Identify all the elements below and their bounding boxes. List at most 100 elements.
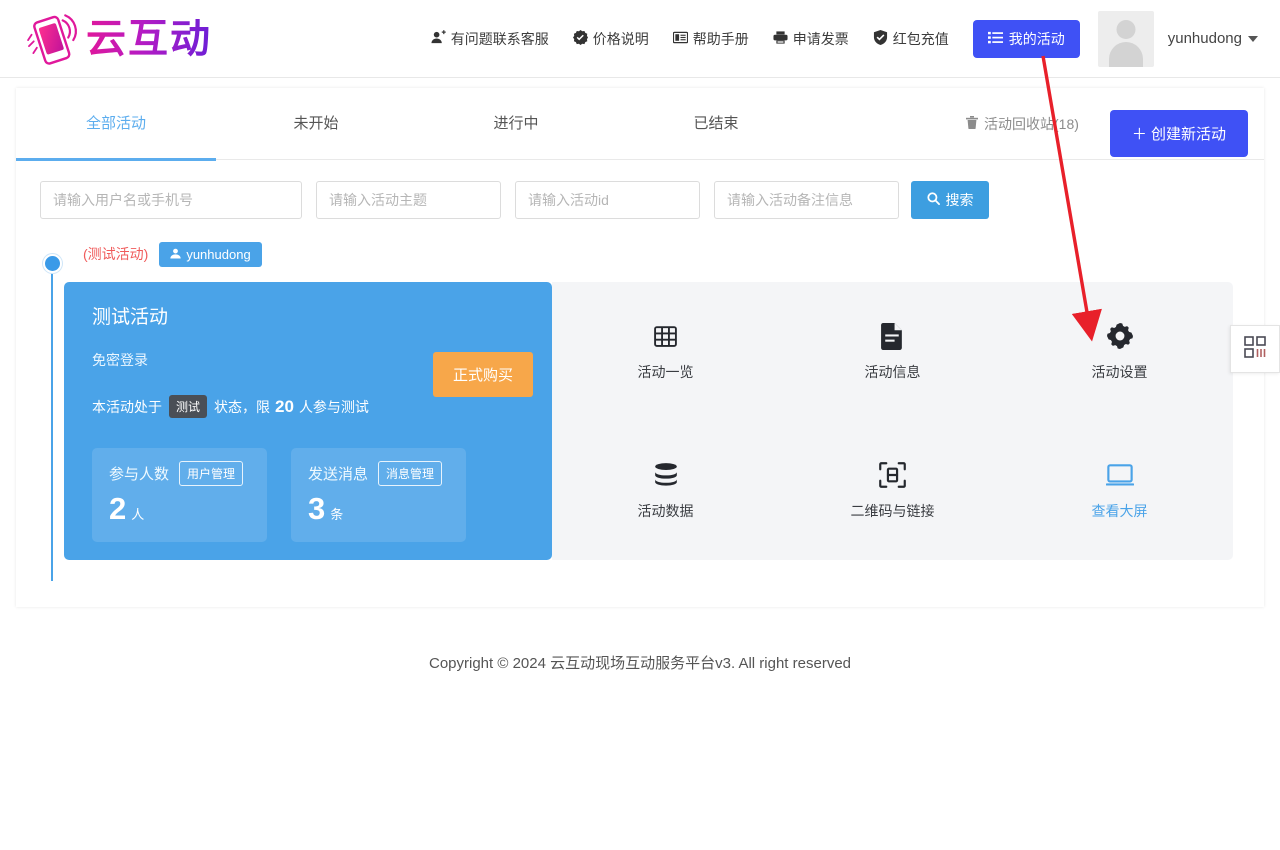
user-management-button[interactable]: 用户管理: [179, 461, 244, 486]
activity-title: 测试活动: [92, 307, 169, 328]
tab-label: 已结束: [693, 114, 739, 132]
qr-code-icon: [1244, 335, 1266, 363]
user-add-icon: [431, 29, 446, 48]
avatar[interactable]: [1097, 10, 1154, 67]
nav-label: 价格说明: [592, 30, 649, 47]
grid-icon: [653, 321, 678, 351]
tab-in-progress[interactable]: 进行中: [416, 88, 616, 160]
status-middle: 状态，限: [214, 398, 271, 415]
main-content-card: 全部活动 未开始 进行中 已结束 活动回收站(18) ＋ 创建新活动 请输入用户…: [16, 88, 1264, 607]
my-activities-button[interactable]: 我的活动: [972, 19, 1080, 58]
logo[interactable]: 云互动: [26, 10, 212, 68]
list-icon: [987, 30, 1003, 48]
recycle-bin-label: 活动回收站(18): [984, 116, 1079, 132]
badge-check-icon: [572, 29, 588, 48]
tile-label: 活动一览: [637, 364, 694, 380]
document-icon: [880, 321, 905, 351]
user-icon: [170, 247, 181, 262]
nav-item-help-manual[interactable]: 帮助手册: [661, 29, 761, 49]
message-management-button[interactable]: 消息管理: [378, 461, 443, 486]
top-header: 云互动 有问题联系客服 价格说明 帮助手册 申请发票 红包充值 我的活动 yun…: [0, 0, 1280, 78]
monitor-icon: [1105, 460, 1134, 490]
action-activity-overview[interactable]: 活动一览: [638, 321, 694, 382]
search-filter-row: 搜索: [16, 160, 1264, 219]
search-button[interactable]: 搜索: [911, 181, 989, 219]
user-menu[interactable]: yunhudong: [1168, 30, 1258, 47]
recycle-bin-link[interactable]: 活动回收站(18): [966, 114, 1079, 134]
nav-label: 有问题联系客服: [450, 30, 549, 47]
tile-label: 活动设置: [1091, 364, 1148, 380]
activity-stats: 参与人数 用户管理 2 人 发送消息 消息管理 3 条: [92, 448, 526, 542]
nav-item-pricing[interactable]: 价格说明: [561, 29, 661, 49]
stat-label: 发送消息: [308, 466, 369, 483]
tab-label: 未开始: [293, 114, 339, 132]
chevron-down-icon: [1248, 35, 1258, 42]
activity-filter-tabs: 全部活动 未开始 进行中 已结束 活动回收站(18) ＋ 创建新活动: [16, 88, 1264, 161]
activity-list: (测试活动) yunhudong 测试活动 免密登录 本活动处于 测试 状态，限: [16, 241, 1264, 581]
action-qrcode-and-link[interactable]: 二维码与链接: [851, 460, 935, 521]
status-suffix: 人参与测试: [298, 398, 369, 415]
status-limit-number: 20: [275, 396, 294, 416]
nav-item-invoice[interactable]: 申请发票: [761, 29, 861, 49]
activity-card: 测试活动 免密登录 本活动处于 测试 状态，限 20 人参与测试 正式购买 参与…: [64, 282, 1233, 560]
timeline-line: [51, 263, 53, 581]
stat-label: 参与人数: [109, 466, 170, 483]
tile-label: 活动数据: [637, 503, 694, 519]
tab-label: 进行中: [493, 114, 539, 132]
stat-value: 3: [308, 491, 326, 526]
footer-copyright: Copyright © 2024 云互动现场互动服务平台v3. All righ…: [428, 655, 851, 672]
nav-label: 红包充值: [892, 30, 949, 47]
activity-summary-panel: 测试活动 免密登录 本活动处于 测试 状态，限 20 人参与测试 正式购买 参与…: [64, 282, 552, 560]
activity-status-line: 本活动处于 测试 状态，限 20 人参与测试: [92, 395, 526, 418]
action-activity-settings[interactable]: 活动设置: [1092, 321, 1148, 382]
header-nav: 有问题联系客服 价格说明 帮助手册 申请发票 红包充值 我的活动 yunhudo…: [419, 10, 1280, 67]
nav-label: 帮助手册: [692, 30, 749, 47]
phone-wave-icon: [26, 10, 82, 68]
nav-item-redpacket-recharge[interactable]: 红包充值: [861, 29, 961, 49]
trash-icon: [966, 116, 978, 132]
status-prefix: 本活动处于: [92, 398, 162, 415]
tile-label: 二维码与链接: [850, 503, 935, 519]
gear-icon: [1106, 321, 1133, 351]
activity-owner-label: yunhudong: [186, 246, 251, 262]
action-activity-info[interactable]: 活动信息: [865, 321, 921, 382]
tab-label: 全部活动: [85, 114, 146, 132]
stat-participants: 参与人数 用户管理 2 人: [92, 448, 267, 542]
activity-header: (测试活动) yunhudong: [83, 241, 1264, 267]
tile-label: 查看大屏: [1091, 503, 1148, 519]
search-input-remark[interactable]: [714, 181, 899, 219]
activity-owner-badge: yunhudong: [159, 241, 262, 267]
stat-unit: 条: [330, 507, 344, 522]
create-activity-button[interactable]: ＋ 创建新活动: [1109, 110, 1248, 157]
activity-actions-panel: 活动一览 活动信息 活动设置 活动数据 二维码与链接 查看大屏: [552, 282, 1233, 560]
action-view-bigscreen[interactable]: 查看大屏: [1092, 460, 1148, 521]
logo-text: 云互动: [86, 15, 212, 62]
my-activities-label: 我的活动: [1008, 30, 1065, 47]
search-input-theme[interactable]: [316, 181, 501, 219]
book-icon: [672, 30, 688, 48]
nav-label: 申请发票: [792, 30, 849, 47]
tab-ended[interactable]: 已结束: [616, 88, 816, 160]
nav-item-contact-support[interactable]: 有问题联系客服: [419, 29, 561, 49]
purchase-button[interactable]: 正式购买: [432, 352, 533, 397]
stat-value: 2: [109, 491, 127, 526]
activity-test-tag: (测试活动): [83, 246, 149, 262]
search-input-activity-id[interactable]: [515, 181, 700, 219]
user-name-label: yunhudong: [1167, 30, 1242, 47]
search-button-label: 搜索: [945, 192, 974, 208]
shield-check-icon: [873, 29, 888, 48]
tab-not-started[interactable]: 未开始: [216, 88, 416, 160]
status-badge: 测试: [169, 395, 208, 418]
action-activity-data[interactable]: 活动数据: [638, 460, 694, 521]
search-icon: [926, 192, 940, 208]
database-icon: [653, 460, 679, 490]
tile-label: 活动信息: [864, 364, 921, 380]
tab-all-activities[interactable]: 全部活动: [16, 88, 216, 161]
stat-unit: 人: [131, 507, 145, 522]
floating-qrcode-tab[interactable]: [1230, 325, 1280, 373]
stat-messages: 发送消息 消息管理 3 条: [291, 448, 466, 542]
printer-icon: [773, 30, 788, 48]
qr-scan-icon: [879, 460, 906, 490]
timeline-dot: [43, 254, 62, 273]
search-input-username[interactable]: [40, 181, 302, 219]
